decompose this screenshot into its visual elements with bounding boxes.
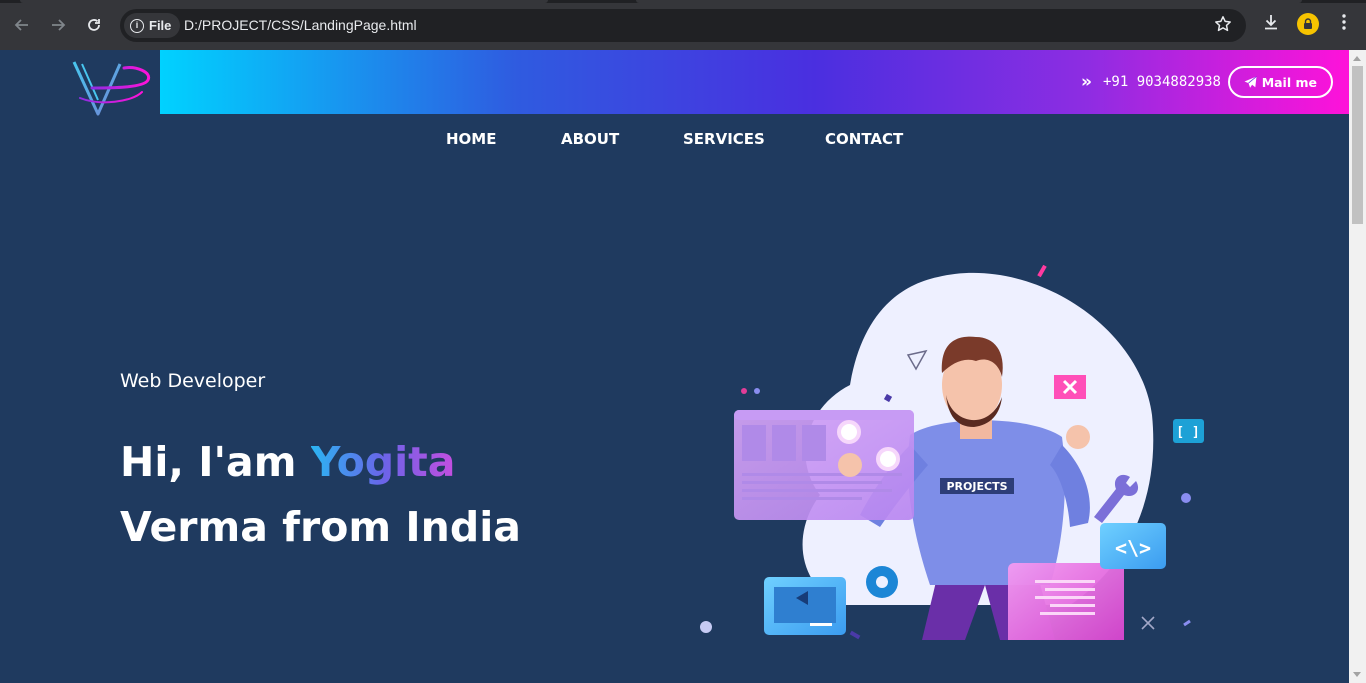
info-icon: i (130, 18, 144, 33)
browser-toolbar: i File D:/PROJECT/CSS/LandingPage.html (0, 0, 1366, 50)
nav-item-contact[interactable]: CONTACT (825, 130, 903, 148)
svg-text:[ ]: [ ] (1176, 425, 1199, 440)
menu-kebab-icon[interactable] (1336, 13, 1352, 31)
projects-label: PROJECTS (947, 480, 1008, 493)
forward-icon[interactable] (45, 12, 71, 38)
landing-page: ›› +91 9034882938 Mail me HOME ABOUT SER… (0, 50, 1349, 683)
scroll-up-icon[interactable] (1353, 56, 1361, 61)
scrollbar-thumb[interactable] (1352, 66, 1363, 224)
star-icon[interactable] (1214, 15, 1232, 37)
header-gradient-bar: ›› +91 9034882938 Mail me (160, 50, 1349, 114)
url-text[interactable]: D:/PROJECT/CSS/LandingPage.html (184, 17, 417, 33)
main-nav: HOME ABOUT SERVICES CONTACT (0, 130, 1349, 150)
site-chip-label: File (149, 18, 172, 33)
hero-subtitle: Web Developer (120, 370, 266, 392)
hero-headline: Hi, I'am Yogita Verma from India (120, 430, 521, 560)
phone-number: +91 9034882938 (1102, 74, 1221, 90)
site-info-chip[interactable]: i File (124, 13, 181, 38)
tab-strip (0, 0, 1366, 3)
profile-icon[interactable] (1297, 13, 1319, 35)
mail-me-button[interactable]: Mail me (1227, 66, 1333, 98)
address-bar[interactable]: i File D:/PROJECT/CSS/LandingPage.html (120, 9, 1246, 42)
hero-greeting: Hi, I'am (120, 438, 311, 486)
developer-illustration: [ ] PROJECTS <\> (700, 265, 1204, 640)
double-chevron-icon: ›› (1080, 72, 1092, 92)
back-icon[interactable] (9, 12, 35, 38)
hero-name: Yogita (310, 438, 456, 486)
page-scrollbar[interactable] (1349, 50, 1366, 683)
svg-text:<\>: <\> (1115, 536, 1151, 560)
nav-item-home[interactable]: HOME (446, 130, 496, 148)
phone-contact[interactable]: ›› +91 9034882938 (1081, 72, 1221, 92)
scroll-down-icon[interactable] (1353, 672, 1361, 677)
nav-item-about[interactable]: ABOUT (561, 130, 619, 148)
mail-me-label: Mail me (1261, 74, 1317, 90)
hero-line-2: Verma from India (120, 503, 521, 551)
download-icon[interactable] (1262, 13, 1280, 31)
paper-plane-icon (1244, 75, 1257, 88)
nav-item-services[interactable]: SERVICES (683, 130, 765, 148)
logo-icon[interactable] (70, 58, 152, 120)
reload-icon[interactable] (81, 12, 107, 38)
